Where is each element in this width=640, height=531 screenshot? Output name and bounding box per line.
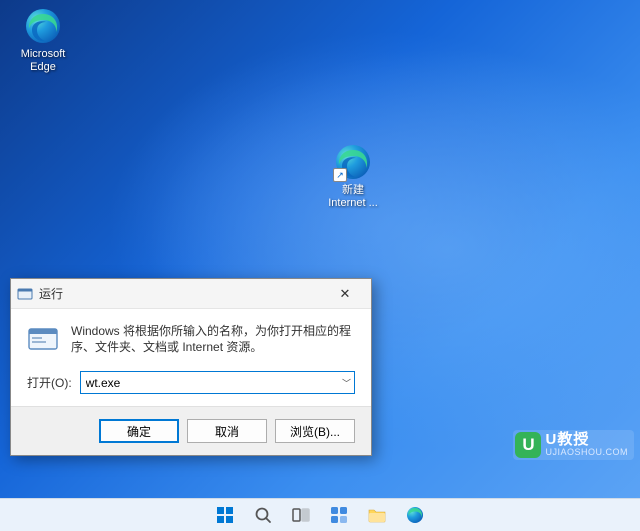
explorer-button[interactable]	[361, 501, 393, 529]
run-dialog-title: 运行	[39, 285, 325, 302]
task-view-button[interactable]	[285, 501, 317, 529]
taskbar	[0, 498, 640, 531]
ok-button[interactable]: 确定	[99, 419, 179, 443]
watermark-logo: U	[515, 432, 541, 458]
watermark: U U教授 UJIAOSHOU.COM	[513, 430, 634, 460]
task-view-icon	[291, 505, 311, 525]
run-dialog-footer: 确定 取消 浏览(B)...	[11, 406, 371, 455]
desktop-icon-label: MicrosoftEdge	[21, 48, 66, 74]
close-button[interactable]: ✕	[325, 280, 365, 308]
widgets-icon	[329, 505, 349, 525]
open-label: 打开(O):	[27, 374, 72, 391]
cancel-button[interactable]: 取消	[187, 419, 267, 443]
run-title-icon	[17, 286, 33, 302]
widgets-button[interactable]	[323, 501, 355, 529]
edge-button[interactable]	[399, 501, 431, 529]
desktop-icon-label: 新建Internet ...	[328, 184, 378, 210]
watermark-text: U教授	[545, 432, 628, 448]
close-icon: ✕	[340, 286, 351, 302]
search-icon	[253, 505, 273, 525]
desktop[interactable]: MicrosoftEdge ↗ 新建Internet ... 运行 ✕	[0, 0, 640, 498]
watermark-url: UJIAOSHOU.COM	[545, 448, 628, 457]
edge-icon	[23, 6, 63, 46]
run-dialog-titlebar[interactable]: 运行 ✕	[11, 279, 371, 309]
desktop-icon-edge[interactable]: MicrosoftEdge	[8, 6, 78, 74]
folder-icon	[367, 505, 387, 525]
edge-icon	[405, 505, 425, 525]
search-button[interactable]	[247, 501, 279, 529]
open-input[interactable]	[80, 371, 355, 394]
windows-icon	[215, 505, 235, 525]
run-dialog-description: Windows 将根据你所输入的名称，为你打开相应的程序、文件夹、文档或 Int…	[71, 323, 355, 355]
edge-icon: ↗	[333, 142, 373, 182]
run-app-icon	[27, 323, 59, 355]
browse-button[interactable]: 浏览(B)...	[275, 419, 355, 443]
start-button[interactable]	[209, 501, 241, 529]
shortcut-arrow-icon: ↗	[333, 168, 347, 182]
run-dialog: 运行 ✕ Windows 将根据你所输入的名称，为你打开相应的程序、文件夹、文档…	[10, 278, 372, 456]
desktop-icon-shortcut[interactable]: ↗ 新建Internet ...	[318, 142, 388, 210]
